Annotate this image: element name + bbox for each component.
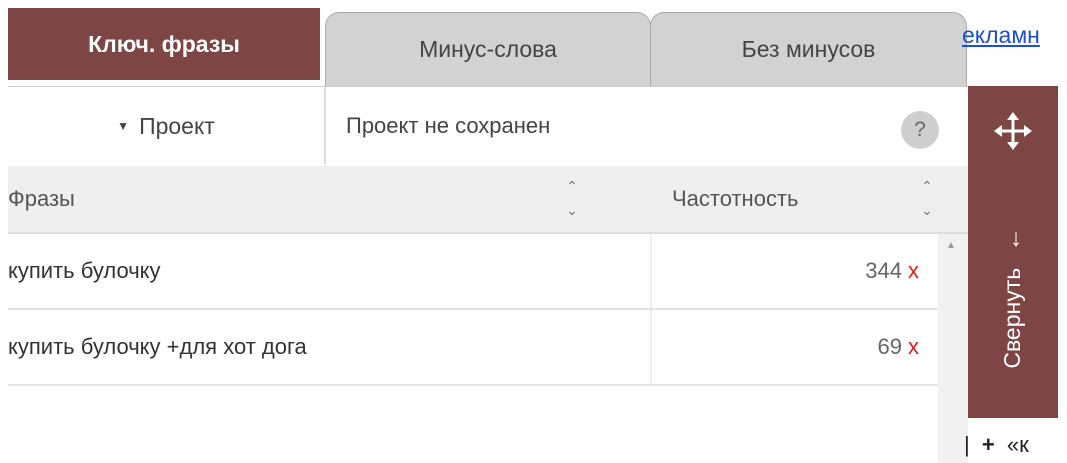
project-label: Проект <box>139 112 215 139</box>
caret-down-icon: ▼ <box>117 119 130 133</box>
move-icon <box>994 112 1032 150</box>
frequency-cell: 69 <box>877 334 902 359</box>
delete-icon[interactable]: x <box>908 310 919 384</box>
help-icon[interactable]: ? <box>901 111 939 149</box>
bottom-snippet: | + «к <box>964 432 1067 458</box>
project-row: ▼ Проект Проект не сохранен ? <box>8 86 968 165</box>
advertising-link[interactable]: екламн <box>962 22 1067 49</box>
sort-icon[interactable]: ⌃ ⌄ <box>563 174 581 222</box>
separator: | <box>964 432 970 457</box>
sort-icon[interactable]: ⌃ ⌄ <box>918 174 936 222</box>
move-button[interactable] <box>968 86 1058 176</box>
keyphrases-panel: ▼ Проект Проект не сохранен ? Фразы ⌃ ⌄ Ч… <box>8 86 968 463</box>
tab-keyphrases[interactable]: Ключ. фразы <box>8 8 320 80</box>
table-scrollbar[interactable]: ▲ <box>938 234 968 463</box>
column-header-frequency[interactable]: Частотность <box>672 166 798 232</box>
scroll-up-icon[interactable]: ▲ <box>946 240 956 251</box>
tab-minus-words[interactable]: Минус-слова <box>325 12 651 86</box>
tab-bar: Ключ. фразы Минус-слова Без минусов <box>0 0 968 86</box>
table-row: купить булочку +для хот дога 69 x <box>8 310 938 386</box>
collapse-button[interactable]: Свернуть ← <box>968 178 1058 418</box>
table-row: купить булочку 344 x <box>8 234 938 310</box>
collapse-label: Свернуть <box>999 267 1025 369</box>
phrase-cell: купить булочку <box>8 234 652 308</box>
frequency-cell: 344 <box>865 258 902 283</box>
arrow-left-icon: ← <box>999 227 1026 252</box>
project-dropdown[interactable]: ▼ Проект <box>8 87 326 165</box>
table-body: купить булочку 344 x купить булочку +для… <box>8 234 938 386</box>
side-panel: Свернуть ← <box>968 86 1058 418</box>
project-status: Проект не сохранен <box>346 113 551 138</box>
column-header-phrases[interactable]: Фразы <box>8 166 75 232</box>
phrase-cell: купить булочку +для хот дога <box>8 310 652 384</box>
plus-icon[interactable]: + <box>982 432 995 457</box>
delete-icon[interactable]: x <box>908 234 919 308</box>
tab-no-minus[interactable]: Без минусов <box>650 12 967 86</box>
table-header: Фразы ⌃ ⌄ Частотность ⌃ ⌄ <box>8 166 968 234</box>
snippet-text: «к <box>1006 432 1029 457</box>
